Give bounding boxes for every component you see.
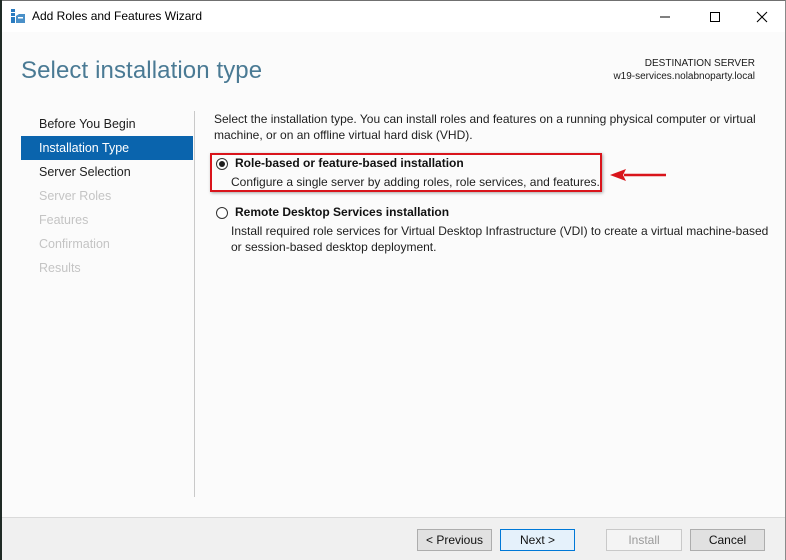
destination-server-name: w19-services.nolabnoparty.local bbox=[613, 71, 755, 82]
nav-item-installation-type[interactable]: Installation Type bbox=[21, 136, 193, 160]
minimize-icon bbox=[660, 16, 670, 17]
nav-item-before-you-begin[interactable]: Before You Begin bbox=[21, 112, 193, 136]
close-icon bbox=[756, 11, 768, 22]
page-title: Select installation type bbox=[21, 57, 263, 84]
minimize-button[interactable] bbox=[642, 1, 688, 32]
nav-item-features: Features bbox=[39, 213, 89, 227]
nav-item-results: Results bbox=[39, 261, 81, 275]
content-panel: Select the installation type. You can in… bbox=[214, 111, 774, 254]
install-button: Install bbox=[606, 529, 682, 551]
destination-label: DESTINATION SERVER bbox=[644, 58, 755, 69]
nav-item-confirmation: Confirmation bbox=[39, 237, 110, 251]
option-remote-desktop-description: Install required role services for Virtu… bbox=[231, 224, 769, 254]
wizard-steps-nav: Before You Begin Installation Type Serve… bbox=[21, 112, 193, 280]
nav-item-server-selection[interactable]: Server Selection bbox=[21, 160, 193, 184]
maximize-button[interactable] bbox=[692, 1, 738, 32]
annotation-arrow-icon bbox=[610, 169, 666, 181]
cancel-button[interactable]: Cancel bbox=[690, 529, 765, 551]
nav-item-server-roles: Server Roles bbox=[39, 189, 112, 203]
radio-remote-desktop[interactable] bbox=[216, 207, 228, 219]
annotation-highlight-box bbox=[210, 153, 602, 192]
window-title: Add Roles and Features Wizard bbox=[32, 9, 203, 23]
option-remote-desktop-label[interactable]: Remote Desktop Services installation bbox=[235, 205, 449, 219]
title-bar: Add Roles and Features Wizard bbox=[2, 1, 785, 32]
wizard-window: Add Roles and Features Wizard Select ins… bbox=[2, 0, 786, 560]
destination-server-info: DESTINATION SERVER w19-services.nolabnop… bbox=[613, 57, 755, 83]
next-button[interactable]: Next > bbox=[500, 529, 575, 551]
maximize-icon bbox=[710, 11, 720, 22]
server-manager-icon bbox=[11, 9, 25, 23]
intro-text: Select the installation type. You can in… bbox=[214, 112, 756, 142]
close-button[interactable] bbox=[739, 1, 785, 32]
footer-bar: < Previous Next > Install Cancel bbox=[2, 517, 785, 560]
previous-button[interactable]: < Previous bbox=[417, 529, 492, 551]
nav-divider bbox=[194, 111, 195, 497]
